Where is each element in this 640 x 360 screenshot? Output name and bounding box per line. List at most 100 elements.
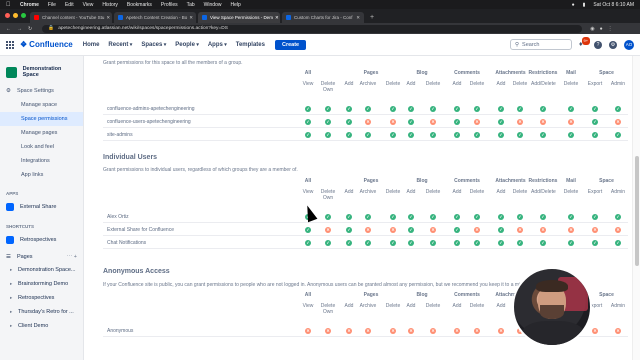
cross-icon[interactable]: ✕ xyxy=(325,327,331,334)
cross-icon[interactable]: ✕ xyxy=(615,118,621,125)
close-tab-icon[interactable]: ✕ xyxy=(187,15,193,21)
check-icon[interactable]: ✓ xyxy=(498,239,504,246)
check-icon[interactable]: ✓ xyxy=(454,105,460,112)
menu-profiles[interactable]: Profiles xyxy=(161,2,178,8)
back-icon[interactable]: ← xyxy=(6,26,11,32)
menu-view[interactable]: View xyxy=(83,2,94,8)
check-icon[interactable]: ✓ xyxy=(517,131,523,138)
help-icon[interactable]: ? xyxy=(594,40,602,49)
check-icon[interactable]: ✓ xyxy=(498,226,504,233)
cross-icon[interactable]: ✕ xyxy=(430,118,436,125)
check-icon[interactable]: ✓ xyxy=(430,105,436,112)
nav-recent[interactable]: Recent xyxy=(108,42,132,48)
cross-icon[interactable]: ✕ xyxy=(454,327,460,334)
check-icon[interactable]: ✓ xyxy=(325,131,331,138)
cross-icon[interactable]: ✕ xyxy=(390,118,396,125)
check-icon[interactable]: ✓ xyxy=(325,239,331,246)
close-tab-icon[interactable]: ✕ xyxy=(104,15,110,21)
check-icon[interactable]: ✓ xyxy=(454,131,460,138)
app-switcher-icon[interactable] xyxy=(6,40,14,49)
cross-icon[interactable]: ✕ xyxy=(517,226,523,233)
menu-tab[interactable]: Tab xyxy=(187,2,195,8)
check-icon[interactable]: ✓ xyxy=(615,105,621,112)
check-icon[interactable]: ✓ xyxy=(454,239,460,246)
cross-icon[interactable]: ✕ xyxy=(498,327,504,334)
check-icon[interactable]: ✓ xyxy=(454,213,460,220)
check-icon[interactable]: ✓ xyxy=(568,239,574,246)
check-icon[interactable]: ✓ xyxy=(540,213,546,220)
cross-icon[interactable]: ✕ xyxy=(568,226,574,233)
cross-icon[interactable]: ✕ xyxy=(568,118,574,125)
sidebar-item-space-settings[interactable]: ⚙ Space Settings xyxy=(0,84,83,98)
check-icon[interactable]: ✓ xyxy=(615,131,621,138)
cross-icon[interactable]: ✕ xyxy=(615,226,621,233)
check-icon[interactable]: ✓ xyxy=(474,105,480,112)
check-icon[interactable]: ✓ xyxy=(615,239,621,246)
cross-icon[interactable]: ✕ xyxy=(540,226,546,233)
check-icon[interactable]: ✓ xyxy=(430,239,436,246)
check-icon[interactable]: ✓ xyxy=(346,105,352,112)
cross-icon[interactable]: ✕ xyxy=(346,327,352,334)
notifications-bell-icon[interactable]: ♦ 9+ xyxy=(579,36,590,49)
sidebar-item-integrations[interactable]: Integrations xyxy=(0,154,83,168)
check-icon[interactable]: ✓ xyxy=(430,213,436,220)
nav-people[interactable]: People xyxy=(175,42,199,48)
cross-icon[interactable]: ✕ xyxy=(430,226,436,233)
cross-icon[interactable]: ✕ xyxy=(592,226,598,233)
check-icon[interactable]: ✓ xyxy=(592,239,598,246)
pages-header[interactable]: ☰ Pages ⋯ + xyxy=(0,248,83,263)
check-icon[interactable]: ✓ xyxy=(474,239,480,246)
check-icon[interactable]: ✓ xyxy=(346,131,352,138)
cross-icon[interactable]: ✕ xyxy=(474,327,480,334)
check-icon[interactable]: ✓ xyxy=(568,213,574,220)
cross-icon[interactable]: ✕ xyxy=(430,327,436,334)
browser-tab-active[interactable]: View Space Permissions - Dem ✕ xyxy=(198,12,280,23)
check-icon[interactable]: ✓ xyxy=(346,118,352,125)
nav-templates[interactable]: Templates xyxy=(236,42,265,48)
check-icon[interactable]: ✓ xyxy=(498,118,504,125)
check-icon[interactable]: ✓ xyxy=(568,131,574,138)
close-tab-icon[interactable]: ✕ xyxy=(273,15,279,21)
space-header[interactable]: Demonstration Space xyxy=(0,56,83,84)
cross-icon[interactable]: ✕ xyxy=(390,327,396,334)
cross-icon[interactable]: ✕ xyxy=(517,118,523,125)
wifi-icon[interactable]: ● xyxy=(572,2,575,8)
search-input[interactable]: ⚲ Search xyxy=(510,39,572,50)
check-icon[interactable]: ✓ xyxy=(408,226,414,233)
check-icon[interactable]: ✓ xyxy=(568,105,574,112)
cross-icon[interactable]: ✕ xyxy=(305,327,311,334)
check-icon[interactable]: ✓ xyxy=(592,131,598,138)
check-icon[interactable]: ✓ xyxy=(365,213,371,220)
check-icon[interactable]: ✓ xyxy=(365,239,371,246)
page-scrollbar[interactable] xyxy=(632,56,640,360)
scrollbar-thumb[interactable] xyxy=(635,156,639,266)
check-icon[interactable]: ✓ xyxy=(592,118,598,125)
nav-home[interactable]: Home xyxy=(83,42,100,48)
check-icon[interactable]: ✓ xyxy=(305,105,311,112)
page-tree-item[interactable]: ▸ Brainstorming Demo xyxy=(0,277,83,291)
menu-file[interactable]: File xyxy=(48,2,56,8)
check-icon[interactable]: ✓ xyxy=(346,239,352,246)
check-icon[interactable]: ✓ xyxy=(408,213,414,220)
close-tab-icon[interactable]: ✕ xyxy=(354,15,360,21)
check-icon[interactable]: ✓ xyxy=(517,213,523,220)
check-icon[interactable]: ✓ xyxy=(592,213,598,220)
check-icon[interactable]: ✓ xyxy=(454,226,460,233)
check-icon[interactable]: ✓ xyxy=(540,131,546,138)
cross-icon[interactable]: ✕ xyxy=(390,226,396,233)
nav-apps[interactable]: Apps xyxy=(208,42,227,48)
new-tab-icon[interactable]: + xyxy=(370,14,374,21)
page-tree-item[interactable]: ▸ Client Demo xyxy=(0,319,83,333)
check-icon[interactable]: ✓ xyxy=(498,131,504,138)
check-icon[interactable]: ✓ xyxy=(390,239,396,246)
menu-help[interactable]: Help xyxy=(230,2,240,8)
create-button[interactable]: Create xyxy=(274,39,307,50)
menu-edit[interactable]: Edit xyxy=(65,2,74,8)
chevron-right-icon[interactable]: ▸ xyxy=(10,323,18,329)
cross-icon[interactable]: ✕ xyxy=(365,327,371,334)
chevron-right-icon[interactable]: ▸ xyxy=(10,309,18,315)
check-icon[interactable]: ✓ xyxy=(305,131,311,138)
browser-tab[interactable]: Custom Charts for Jira - Conf ✕ xyxy=(282,12,364,23)
sidebar-item-manage-space[interactable]: Manage space xyxy=(0,98,83,112)
check-icon[interactable]: ✓ xyxy=(390,131,396,138)
